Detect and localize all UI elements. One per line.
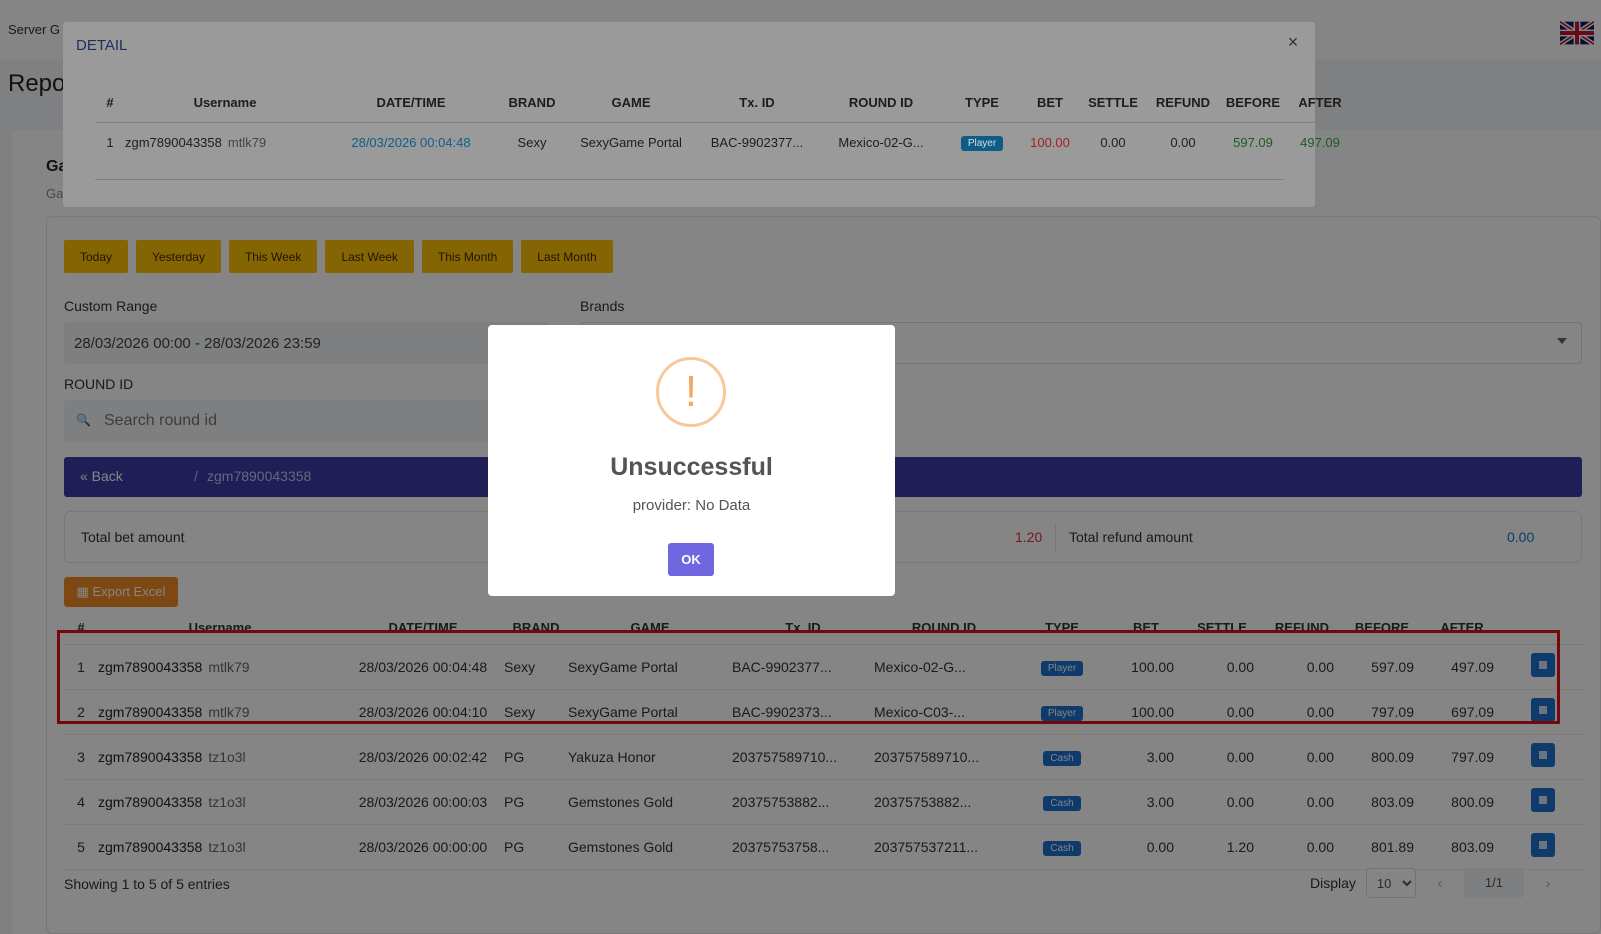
detail-col-after: AFTER: [1287, 84, 1353, 123]
detail-col-tx-id: Tx. ID: [695, 84, 819, 123]
detail-agent: mtlk79: [227, 134, 267, 150]
close-icon[interactable]: ×: [1283, 32, 1303, 52]
detail-col-refund: REFUND: [1147, 84, 1219, 123]
alert-dialog: ! Unsuccessful provider: No Data OK: [488, 325, 895, 596]
detail-after: 497.09: [1300, 134, 1340, 150]
detail-table: # Username DATE/TIME BRAND GAME Tx. ID R…: [95, 84, 1353, 162]
detail-col-round-id: ROUND ID: [819, 84, 943, 123]
detail-number: 1: [106, 134, 114, 150]
detail-refund: 0.00: [1170, 134, 1196, 150]
detail-modal: DETAIL × # Username DATE/TIME BRAND GAME…: [63, 22, 1353, 207]
detail-col-number: #: [95, 84, 125, 123]
detail-col-game: GAME: [567, 84, 695, 123]
detail-col-brand: BRAND: [497, 84, 567, 123]
detail-col-username: Username: [125, 84, 325, 123]
detail-type: Player: [943, 122, 1021, 162]
warning-icon: !: [656, 357, 726, 427]
detail-tx-id: BAC-9902377...: [710, 134, 804, 150]
detail-col-settle: SETTLE: [1079, 84, 1147, 123]
alert-message: provider: No Data: [632, 497, 751, 514]
detail-divider: [95, 179, 1283, 180]
detail-username: zgm7890043358 mtlk79: [125, 122, 325, 162]
detail-modal-title: DETAIL: [76, 37, 128, 54]
detail-before: 597.09: [1233, 134, 1273, 150]
detail-type-badge: Player: [960, 135, 1004, 151]
detail-user: zgm7890043358: [125, 134, 222, 150]
detail-col-type: TYPE: [943, 84, 1021, 123]
detail-row: 1 zgm7890043358 mtlk79 28/03/2026 00:04:4…: [95, 122, 1353, 162]
detail-datetime: 28/03/2026 00:04:48: [351, 134, 471, 150]
detail-game: SexyGame Portal: [580, 134, 682, 150]
detail-brand: Sexy: [517, 134, 547, 150]
alert-title: Unsuccessful: [610, 453, 773, 481]
detail-header-row: # Username DATE/TIME BRAND GAME Tx. ID R…: [95, 84, 1353, 123]
detail-col-before: BEFORE: [1219, 84, 1287, 123]
detail-settle: 0.00: [1100, 134, 1126, 150]
detail-col-datetime: DATE/TIME: [325, 84, 497, 123]
detail-bet: 100.00: [1030, 134, 1070, 150]
ok-button[interactable]: OK: [668, 543, 714, 576]
detail-round-id: Mexico-02-G...: [838, 134, 924, 150]
detail-col-bet: BET: [1021, 84, 1079, 123]
